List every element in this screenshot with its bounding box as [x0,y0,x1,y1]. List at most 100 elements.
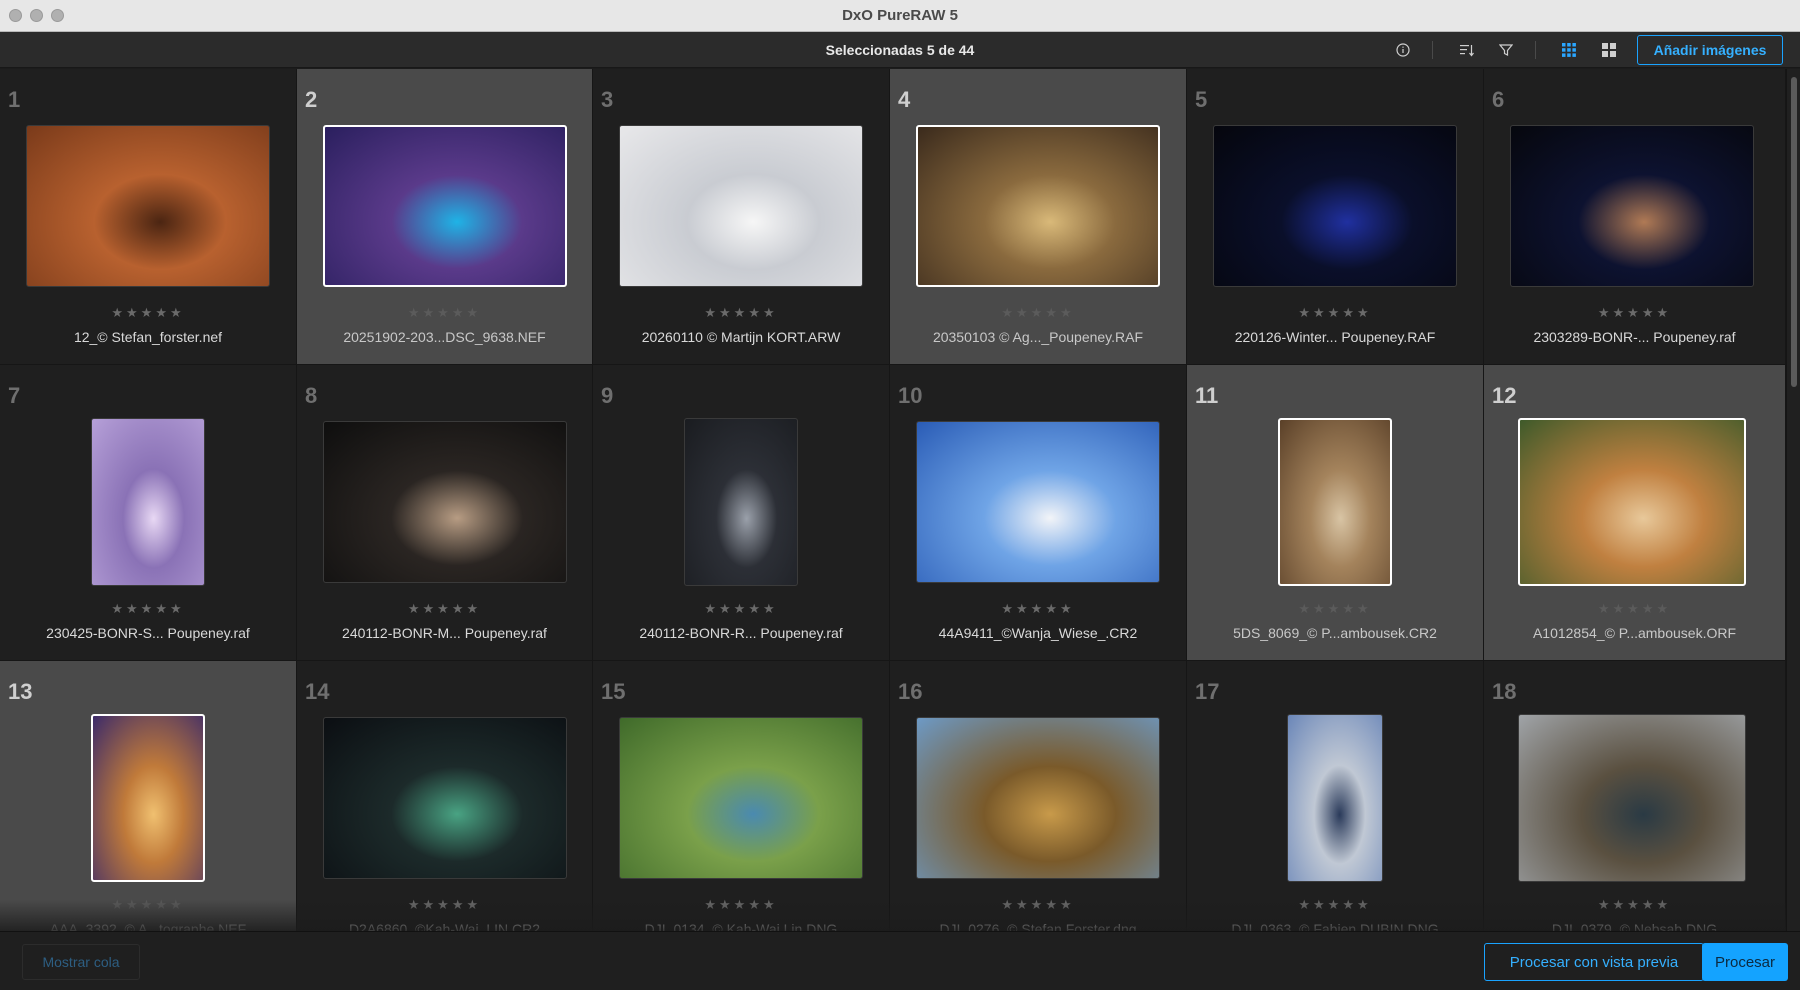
grid-small-icon[interactable] [1559,40,1579,60]
star-rating[interactable]: ★★★★★ [890,305,1186,321]
star-rating[interactable]: ★★★★★ [0,601,296,617]
image-tile[interactable]: 4 ★★★★★ 20350103 © Ag..._Poupeney.RAF [890,69,1187,365]
file-name: 20350103 © Ag..._Poupeney.RAF [932,329,1144,345]
star-rating[interactable]: ★★★★★ [297,897,592,913]
image-thumbnail[interactable] [916,125,1160,287]
footer-bar: Mostrar cola Procesar con vista previa P… [0,931,1800,990]
star-rating[interactable]: ★★★★★ [297,305,592,321]
tile-number: 5 [1195,87,1208,112]
tile-number: 1 [8,87,21,112]
image-thumbnail[interactable] [323,717,567,879]
toolbar: Seleccionadas 5 de 44 [0,32,1800,68]
image-tile[interactable]: 10 ★★★★★ 44A9411_©Wanja_Wiese_.CR2 [890,365,1187,661]
vertical-scrollbar[interactable] [1786,69,1800,931]
tile-number: 18 [1492,679,1517,704]
image-tile[interactable]: 5 ★★★★★ 220126-Winter... Poupeney.RAF [1187,69,1484,365]
star-rating[interactable]: ★★★★★ [1187,305,1483,321]
file-name: A1012854_© P...ambousek.ORF [1532,625,1737,641]
star-rating[interactable]: ★★★★★ [1187,897,1483,913]
file-name: 230425-BONR-S... Poupeney.raf [46,625,250,641]
star-rating[interactable]: ★★★★★ [1484,305,1785,321]
file-name: 20260110 © Martijn KORT.ARW [641,329,841,345]
star-rating[interactable]: ★★★★★ [1484,601,1785,617]
image-tile[interactable]: 12 ★★★★★ A1012854_© P...ambousek.ORF [1484,365,1786,661]
image-tile[interactable]: 14 ★★★★★ D2A6860_©Kah-Wai_LIN.CR2 [297,661,593,931]
star-rating[interactable]: ★★★★★ [890,601,1186,617]
star-rating[interactable]: ★★★★★ [1484,897,1785,913]
star-rating[interactable]: ★★★★★ [593,897,889,913]
image-thumbnail[interactable] [1287,714,1383,882]
tile-number: 13 [8,679,33,704]
tile-number: 16 [898,679,923,704]
image-tile[interactable]: 11 ★★★★★ 5DS_8069_© P...ambousek.CR2 [1187,365,1484,661]
tile-number: 4 [898,87,911,112]
image-thumbnail[interactable] [91,714,205,882]
image-thumbnail[interactable] [1510,125,1754,287]
file-name: DJI_0379_© Nebsab.DNG [1551,921,1718,931]
image-thumbnail[interactable] [619,125,863,287]
file-name: DJI_0134_© Kah-Wai Lin.DNG [644,921,838,931]
scrollbar-thumb[interactable] [1791,77,1797,387]
toolbar-separator [1535,41,1536,59]
tile-number: 9 [601,383,614,408]
image-tile[interactable]: 7 ★★★★★ 230425-BONR-S... Poupeney.raf [0,365,297,661]
image-thumbnail[interactable] [1518,714,1746,882]
image-tile[interactable]: 2 ★★★★★ 20251902-203...DSC_9638.NEF [297,69,593,365]
image-tile[interactable]: 16 ★★★★★ DJI_0276_© Stefan Forster.dng [890,661,1187,931]
process-button[interactable]: Procesar [1702,943,1788,981]
toolbar-separator [1432,41,1433,59]
image-thumbnail[interactable] [916,717,1160,879]
image-thumbnail[interactable] [1518,418,1746,586]
file-name: 240112-BONR-M... Poupeney.raf [342,625,547,641]
selection-status: Seleccionadas 5 de 44 [825,42,975,58]
sort-icon[interactable] [1457,40,1477,60]
file-name: D2A6860_©Kah-Wai_LIN.CR2 [348,921,541,931]
image-thumbnail[interactable] [684,418,798,586]
file-name: 12_© Stefan_forster.nef [73,329,223,345]
image-tile[interactable]: 13 ★★★★★ AAA_3392_© A...tographe.NEF [0,661,297,931]
image-grid: 1 ★★★★★ 12_© Stefan_forster.nef 2 ★★★★★ 20251… [0,69,1786,931]
image-tile[interactable]: 17 ★★★★★ DJI_0363_© Fabien DUBIN.DNG [1187,661,1484,931]
star-rating[interactable]: ★★★★★ [890,897,1186,913]
image-thumbnail[interactable] [26,125,270,287]
star-rating[interactable]: ★★★★★ [0,897,296,913]
file-name: 220126-Winter... Poupeney.RAF [1234,329,1436,345]
image-tile[interactable]: 8 ★★★★★ 240112-BONR-M... Poupeney.raf [297,365,593,661]
image-thumbnail[interactable] [91,418,205,586]
star-rating[interactable]: ★★★★★ [297,601,592,617]
image-thumbnail[interactable] [619,717,863,879]
image-tile[interactable]: 1 ★★★★★ 12_© Stefan_forster.nef [0,69,297,365]
tile-number: 14 [305,679,330,704]
image-tile[interactable]: 18 ★★★★★ DJI_0379_© Nebsab.DNG [1484,661,1786,931]
star-rating[interactable]: ★★★★★ [1187,601,1483,617]
image-tile[interactable]: 15 ★★★★★ DJI_0134_© Kah-Wai Lin.DNG [593,661,890,931]
file-name: DJI_0363_© Fabien DUBIN.DNG [1231,921,1439,931]
process-with-preview-button[interactable]: Procesar con vista previa [1484,943,1704,981]
tile-number: 17 [1195,679,1220,704]
filter-icon[interactable] [1496,40,1516,60]
tile-number: 8 [305,383,318,408]
tile-number: 6 [1492,87,1505,112]
image-thumbnail[interactable] [1213,125,1457,287]
image-thumbnail[interactable] [916,421,1160,583]
file-name: 44A9411_©Wanja_Wiese_.CR2 [938,625,1138,641]
image-thumbnail[interactable] [323,125,567,287]
image-tile[interactable]: 3 ★★★★★ 20260110 © Martijn KORT.ARW [593,69,890,365]
grid-large-icon[interactable] [1599,40,1619,60]
star-rating[interactable]: ★★★★★ [0,305,296,321]
tile-number: 15 [601,679,626,704]
info-icon[interactable] [1393,40,1413,60]
star-rating[interactable]: ★★★★★ [593,305,889,321]
image-thumbnail[interactable] [323,421,567,583]
add-images-button[interactable]: Añadir imágenes [1637,35,1783,65]
file-name: 240112-BONR-R... Poupeney.raf [639,625,843,641]
file-name: 5DS_8069_© P...ambousek.CR2 [1233,625,1437,641]
image-tile[interactable]: 9 ★★★★★ 240112-BONR-R... Poupeney.raf [593,365,890,661]
star-rating[interactable]: ★★★★★ [593,601,889,617]
show-queue-button[interactable]: Mostrar cola [22,944,140,980]
file-name: DJI_0276_© Stefan Forster.dng [939,921,1137,931]
image-tile[interactable]: 6 ★★★★★ 2303289-BONR-... Poupeney.raf [1484,69,1786,365]
tile-number: 3 [601,87,614,112]
image-thumbnail[interactable] [1278,418,1392,586]
tile-number: 11 [1195,383,1219,408]
